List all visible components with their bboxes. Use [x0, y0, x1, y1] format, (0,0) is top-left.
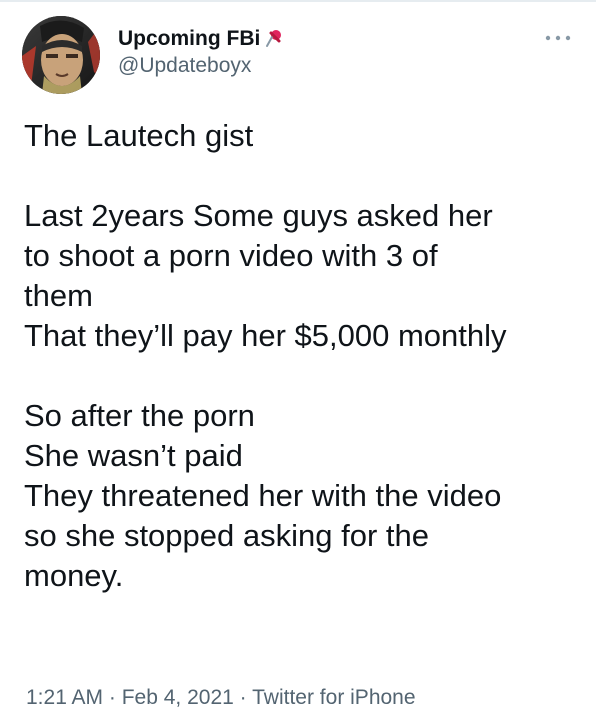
tweet-header: Upcoming FBi @Updateboyx: [22, 14, 582, 94]
top-divider: [0, 0, 596, 2]
display-name[interactable]: Upcoming FBi: [118, 26, 260, 52]
display-name-row[interactable]: Upcoming FBi: [118, 26, 284, 52]
pushpin-icon: [262, 28, 284, 50]
tweet-time[interactable]: 1:21 AM: [26, 686, 103, 709]
user-handle[interactable]: @Updateboyx: [118, 52, 284, 80]
user-name-block: Upcoming FBi @Updateboyx: [118, 26, 284, 80]
tweet-text: The Lautech gist Last 2years Some guys a…: [24, 118, 507, 593]
avatar[interactable]: [22, 16, 100, 94]
meta-separator: ·: [233, 686, 253, 709]
meta-separator: ·: [103, 686, 122, 709]
tweet-source[interactable]: Twitter for iPhone: [252, 686, 415, 709]
tweet-date[interactable]: Feb 4, 2021: [122, 686, 234, 709]
more-horizontal-icon[interactable]: [542, 28, 574, 48]
tweet-meta: 1:21 AM · Feb 4, 2021 · Twitter for iPho…: [26, 684, 416, 712]
